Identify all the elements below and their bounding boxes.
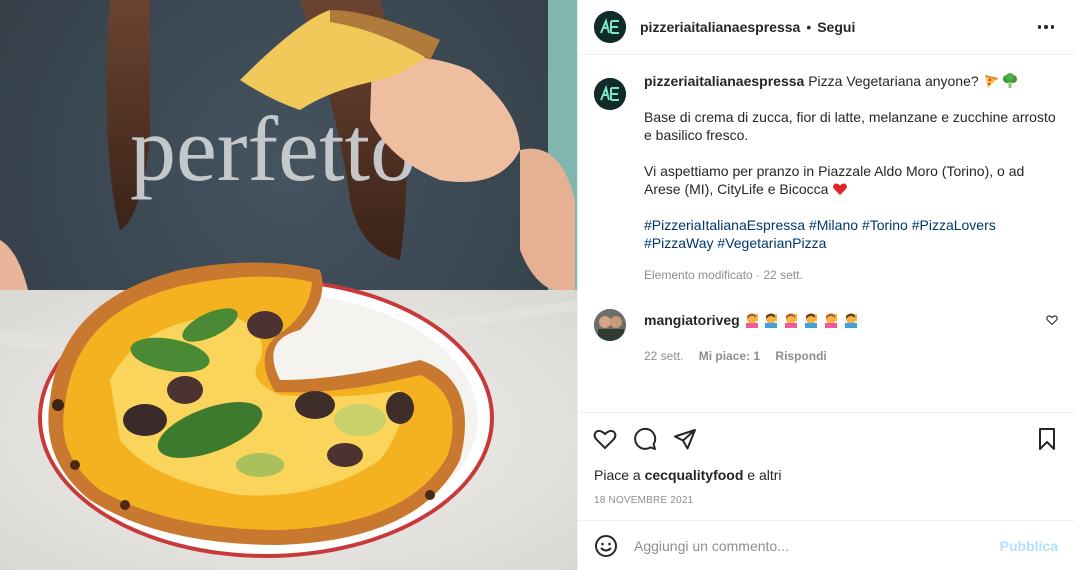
hashtag[interactable]: #PizzaWay [644,235,714,251]
brand-logo-icon [594,11,626,43]
comment-input[interactable] [634,537,1000,554]
save-icon[interactable] [1035,427,1059,451]
raising-hand-emoji [765,313,778,328]
action-icons [593,413,1058,465]
pizza-photo: perfetto [0,0,577,570]
raising-hand-emoji [785,313,798,328]
caption-meta: Elemento modificato · 22 sett. [644,268,803,282]
heart-icon[interactable] [593,427,617,451]
comments-area[interactable]: pizzeriaitalianaespressa Pizza Vegetaria… [578,56,1074,412]
comment-time[interactable]: 22 sett. [644,349,683,363]
hashtag[interactable]: #Milano [809,217,858,233]
comment-icon[interactable] [633,427,657,451]
smile-icon[interactable] [594,534,618,558]
raising-hand-emoji [845,313,858,328]
post-header: pizzeriaitalianaespressa • Segui [578,0,1074,55]
caption-line-1: Base di crema di zucca, fior di latte, m… [644,109,1056,143]
post-image[interactable]: perfetto [0,0,577,570]
reply-button[interactable]: Rispondi [775,349,826,363]
hashtag[interactable]: #VegetarianPizza [717,235,826,251]
comment-heart-icon[interactable] [1046,314,1058,326]
hashtag[interactable]: #Torino [862,217,908,233]
hashtag[interactable]: #PizzaLovers [912,217,996,233]
comment-meta: 22 sett. Mi piace: 1 Rispondi [644,349,859,363]
caption-avatar[interactable] [594,78,626,110]
commenter-photo [594,309,626,341]
profile-avatar[interactable] [594,11,626,43]
hashtag[interactable]: #PizzeriaItalianaEspressa [644,217,805,233]
caption-title: Pizza Vegetariana anyone? [808,73,979,89]
post-actions: Piace a cecqualityfood e altri 18 NOVEMB… [578,412,1074,521]
caption-username[interactable]: pizzeriaitalianaespressa [644,73,804,89]
comment-username[interactable]: mangiatoriveg [644,312,740,328]
likes-suffix[interactable]: e altri [743,467,781,483]
pizza-emoji [984,75,998,88]
publish-button[interactable]: Pubblica [1000,538,1058,554]
caption-body: pizzeriaitalianaespressa Pizza Vegetaria… [644,72,1058,284]
comment-likes[interactable]: Mi piace: 1 [699,349,760,363]
likes-summary: Piace a cecqualityfood e altri [594,467,1058,483]
more-icon[interactable] [1034,15,1058,39]
broccoli-emoji [1003,73,1018,88]
red-heart-emoji [833,183,848,195]
comment-item: mangiatoriveg 22 sett. Mi piace: 1 Rispo… [594,309,1058,363]
post-modal: perfetto pizzeriaitalianaespressa • Segu… [0,0,1074,570]
caption: pizzeriaitalianaespressa Pizza Vegetaria… [594,72,1058,284]
follow-button[interactable]: Segui [817,19,855,35]
comment-emojis [744,312,859,328]
raising-hand-emoji [825,313,838,328]
raising-hand-emoji [805,313,818,328]
post-side-panel: pizzeriaitalianaespressa • Segui pizzeri… [577,0,1074,570]
share-icon[interactable] [673,427,697,451]
post-date[interactable]: 18 NOVEMBRE 2021 [594,495,1058,506]
commenter-avatar[interactable] [594,309,626,341]
hashtags: #PizzeriaItalianaEspressa #Milano #Torin… [644,216,1058,252]
raising-hand-emoji [745,313,758,328]
likes-prefix: Piace a [594,467,645,483]
separator-dot: • [806,19,812,35]
post-username[interactable]: pizzeriaitalianaespressa [640,19,800,35]
add-comment-bar: Pubblica [578,520,1074,570]
brand-logo-icon [594,78,626,110]
likes-user[interactable]: cecqualityfood [645,467,744,483]
